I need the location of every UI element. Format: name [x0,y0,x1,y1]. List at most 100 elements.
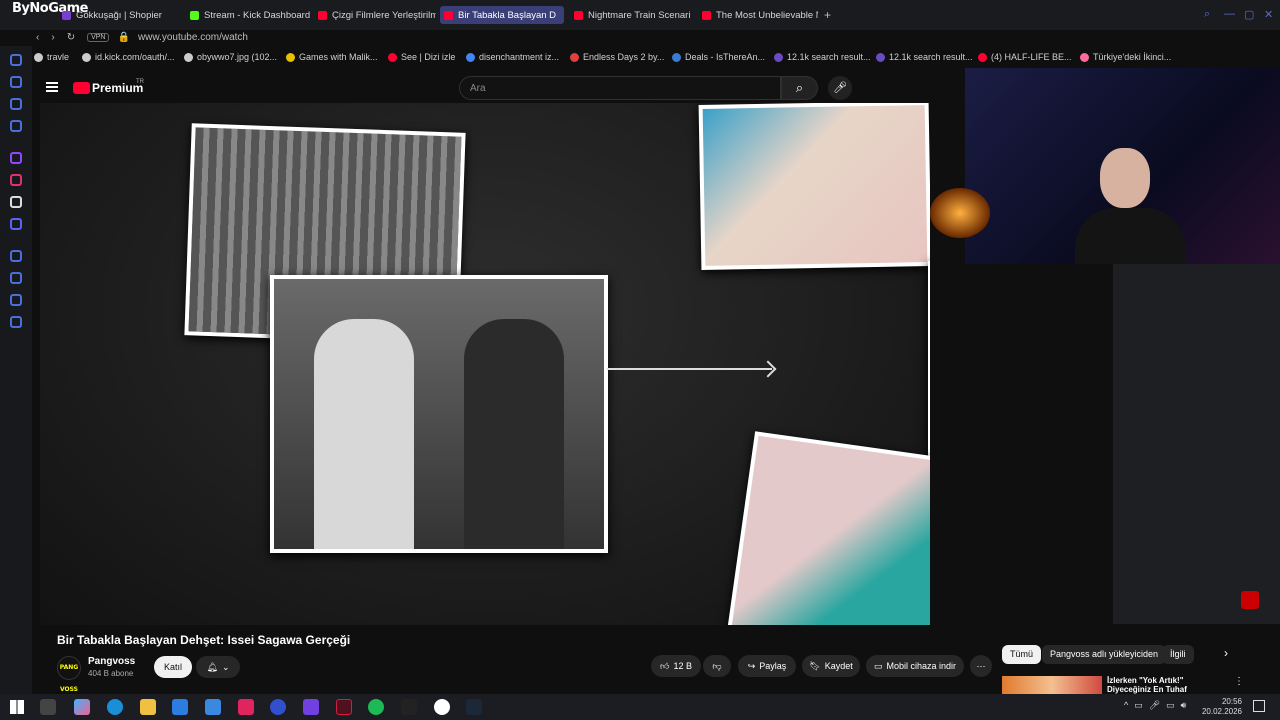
bookmark-item[interactable]: travle [34,52,69,62]
bookmark-item[interactable]: id.kick.com/oauth/... [82,52,175,62]
steam-icon[interactable] [466,699,482,715]
lamp-glow [930,188,990,238]
dislike-button[interactable]: 👎︎ [703,655,731,677]
app-icon[interactable] [238,699,254,715]
tab-favicon [702,10,711,20]
bell-icon: 🔔︎ [206,661,218,672]
history-icon[interactable] [10,272,22,284]
share-icon: ↪ [747,660,756,671]
tab-6[interactable]: The Most Unbelievable Na [698,6,818,24]
webcam-overlay [930,68,1280,264]
bookmark-item[interactable]: See | Dizi izle [388,52,455,62]
app-icon[interactable] [434,699,450,715]
tab-favicon [190,10,199,20]
sidebar-icon[interactable] [10,54,22,66]
file-explorer-icon[interactable] [140,699,156,715]
more-icon[interactable]: ⋯ [970,655,992,677]
sidebar-icon[interactable] [10,120,22,132]
bookmark-item[interactable]: 12.1k search result... [774,52,871,62]
video-player[interactable] [40,103,930,625]
tab-5[interactable]: Nightmare Train Scenario [570,6,690,24]
discord-icon[interactable] [10,218,22,230]
opera-gx-icon[interactable] [336,699,352,715]
chip-related[interactable]: İlgili [1162,645,1194,664]
task-view-icon[interactable] [40,699,56,715]
app-icon[interactable] [270,699,286,715]
copilot-icon[interactable] [74,699,90,715]
app-icon[interactable] [303,699,319,715]
reload-icon[interactable]: ↻ [67,32,75,43]
download-button[interactable]: ▭ Mobil cihaza indir [866,655,964,677]
recommendation-title[interactable]: İzlerken "Yok Artık!" Diyeceğiniz En Tuh… [1107,676,1229,694]
like-button[interactable]: 👍︎ 12 B [651,655,701,677]
mic-icon[interactable]: 🎤︎ [828,76,852,100]
tab-4-active[interactable]: Bir Tabakla Başlayan D [440,6,564,24]
notification-icon[interactable] [1253,700,1265,712]
system-clock[interactable]: 20:56 20.02.2026 [1200,697,1242,717]
spotify-icon[interactable] [368,699,384,715]
mail-icon[interactable] [205,699,221,715]
sidebar-icon[interactable] [10,98,22,110]
right-panel-background [1113,264,1280,624]
forward-icon[interactable]: › [51,32,54,43]
chip-uploader[interactable]: Pangvoss adlı yükleyiciden [1042,645,1167,664]
settings-icon[interactable] [10,316,22,328]
edge-icon[interactable] [107,699,123,715]
recommendation-thumbnail[interactable] [1002,676,1102,694]
close-icon[interactable]: ✕ [1264,8,1273,21]
thumb-down-icon: 👎︎ [712,660,722,671]
sidebar-icon[interactable] [10,250,22,262]
share-button[interactable]: ↪ Paylaş [738,655,796,677]
browser-sidebar [0,46,32,694]
bookmarks-bar: travle id.kick.com/oauth/... obywwo7.jpg… [30,50,1280,68]
device-icon: ▭ [873,660,883,671]
lock-icon: 🔒 [117,31,130,43]
bookmark-item[interactable]: Türkiye'deki İkinci... [1080,52,1171,62]
channel-watermark-icon [1241,591,1259,609]
x-icon[interactable] [10,196,22,208]
bookmark-item[interactable]: obywwo7.jpg (102... [184,52,277,62]
channel-avatar[interactable]: PANG VOSS [57,656,81,693]
menu-icon[interactable] [46,82,58,92]
bookmark-item[interactable]: Games with Malik... [286,52,378,62]
chevron-down-icon: ⌄ [221,661,230,672]
windows-start-icon[interactable] [10,700,24,714]
instagram-icon[interactable] [10,174,22,186]
channel-name[interactable]: Pangvoss [88,656,135,667]
back-icon[interactable]: ‹ [36,32,39,43]
bookmark-item[interactable]: Endless Days 2 by... [570,52,664,62]
tab-favicon [574,10,583,20]
search-input[interactable]: Ara [459,76,781,100]
minimize-icon[interactable]: — [1224,8,1235,20]
sidebar-icon[interactable] [10,76,22,88]
store-icon[interactable] [172,699,188,715]
bookmark-item[interactable]: disenchantment iz... [466,52,559,62]
bookmark-item[interactable]: 12.1k search result... [876,52,973,62]
vpn-badge[interactable]: VPN [87,32,110,42]
more-icon[interactable]: ⋮ [1234,676,1244,687]
sidebar-icon[interactable] [10,294,22,306]
save-button[interactable]: 🔖︎ Kaydet [802,655,860,677]
search-button[interactable]: ⌕ [781,76,818,100]
notification-bell-button[interactable]: 🔔︎ ⌄ [196,656,240,678]
bookmark-item[interactable]: Deals - IsThereAn... [672,52,765,62]
twitch-icon[interactable] [10,152,22,164]
system-tray[interactable]: ^▭🎤︎▭🔊︎ [1124,700,1192,711]
tab-2[interactable]: Stream - Kick Dashboard [186,6,311,24]
bookmark-item[interactable]: (4) HALF-LIFE BE... [978,52,1072,62]
region-label: TR [136,79,144,85]
tab-1[interactable]: Gökkuşağı | Shopier [58,6,178,24]
subscriber-count: 404 B abone [88,669,134,678]
epic-games-icon[interactable] [401,699,417,715]
maximize-icon[interactable]: ▢ [1244,8,1254,21]
tab-3[interactable]: Çizgi Filmlere Yerleştirilm [314,6,436,24]
chip-all[interactable]: Tümü [1002,645,1042,664]
url-field[interactable]: www.youtube.com/watch [138,32,248,43]
youtube-logo-icon[interactable] [73,82,90,94]
join-button[interactable]: Katıl [154,656,192,678]
streamer-body [1075,208,1185,264]
search-icon[interactable]: ⌕ [1204,8,1210,21]
new-tab-button[interactable]: + [824,8,831,22]
chevron-right-icon[interactable]: › [1224,646,1228,660]
browser-tab-bar: ByNoGame Gökkuşağı | Shopier Stream - Ki… [0,0,1280,30]
